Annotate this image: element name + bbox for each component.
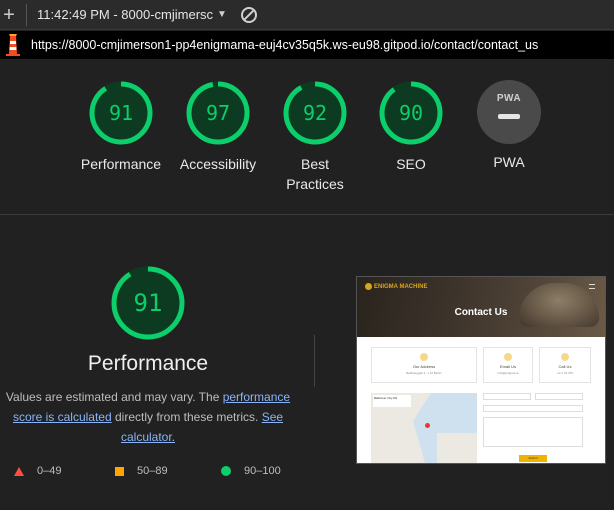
url-bar: https://8000-cmjimerson1-pp4enigmama-euj… [0,31,614,59]
final-screenshot[interactable]: ENIGMA MACHINE Contact Us Our Address Ba… [356,276,606,464]
map-pin-icon [425,423,430,428]
page-url[interactable]: https://8000-cmjimerson1-pp4enigmama-euj… [31,38,538,52]
gauge-ring: 90 [379,81,443,145]
site-logo: ENIGMA MACHINE [365,283,427,290]
legend-fail: 0–49 [14,465,61,477]
gauge-score: 97 [206,101,230,125]
gauge-ring: 92 [283,81,347,145]
circle-icon [221,466,231,476]
gauge-label: Accessibility [179,156,257,172]
map-embed: Ballinteer City Rd [371,393,477,463]
contact-cards: Our Address Ballinteggart 1, 1 12 Berlin… [371,347,593,383]
gauge-performance[interactable]: 91 Performance [71,80,171,174]
gauge-score: 92 [303,101,327,125]
lighthouse-icon [3,34,23,56]
contact-form: Submit [483,393,595,463]
legend-pass: 90–100 [221,465,281,477]
toolbar-divider [26,3,27,26]
gauge-ring: 91 [89,81,153,145]
report-selector[interactable]: 11:42:49 PM - 8000-cmjimersc [37,7,213,22]
performance-score: 91 [134,289,163,317]
performance-title: Performance [87,352,209,375]
square-icon [115,466,124,476]
score-legend: 0–49 50–89 90–100 [0,465,310,481]
legend-range: 0–49 [37,465,62,477]
gauge-score: 90 [399,101,423,125]
location-icon [420,353,428,361]
card-address: Our Address Ballinteggart 1, 1 12 Berlin [371,347,477,383]
legend-average: 50–89 [115,465,168,477]
map-info-box: Ballinteer City Rd [373,395,411,407]
caret-down-icon[interactable]: ▼ [217,9,227,20]
dash-icon [498,114,520,119]
pwa-badge-text: PWA [496,93,522,104]
performance-description: Values are estimated and may vary. The p… [2,387,294,447]
hero-banner: ENIGMA MACHINE Contact Us [357,277,605,337]
mail-icon [504,353,512,361]
report-toolbar: + 11:42:49 PM - 8000-cmjimersc ▼ [0,0,614,30]
section-divider [0,214,614,215]
legend-range: 50–89 [137,465,168,477]
plus-icon[interactable]: + [0,5,18,25]
desc-text-2: directly from these metrics. [111,410,262,424]
card-call: Call Us +0 1 79 475 [539,347,591,383]
gauge-label: Best Practices [286,156,344,192]
gauge-seo[interactable]: 90 SEO [361,80,461,174]
gauge-ring: 97 [186,81,250,145]
card-email: Email Us info@enigma.ie [483,347,533,383]
category-gauges: 91 Performance 97 Accessibility 92 Best … [0,80,614,200]
gauge-label: SEO [396,156,426,172]
vertical-divider [314,335,315,387]
gauge-label: PWA [493,154,525,170]
phone-icon [561,353,569,361]
gauge-label: Performance [80,156,162,172]
gauge-score: 91 [109,101,133,125]
hero-image [519,283,599,327]
gauge-accessibility[interactable]: 97 Accessibility [168,80,268,174]
menu-icon [589,284,595,289]
legend-range: 90–100 [244,465,281,477]
hero-title: Contact Us [454,307,508,318]
pwa-badge: PWA [477,80,541,144]
gauge-pwa[interactable]: PWA PWA [459,80,559,172]
gauge-best-practices[interactable]: 92 Best Practices [265,80,365,194]
submit-button: Submit [519,455,547,462]
performance-gauge: 91 [111,266,185,340]
desc-text-1: Values are estimated and may vary. The [5,390,223,404]
clear-icon[interactable] [240,6,257,23]
triangle-icon [14,466,24,476]
lighthouse-report-window: + 11:42:49 PM - 8000-cmjimersc ▼ https:/… [0,0,614,510]
